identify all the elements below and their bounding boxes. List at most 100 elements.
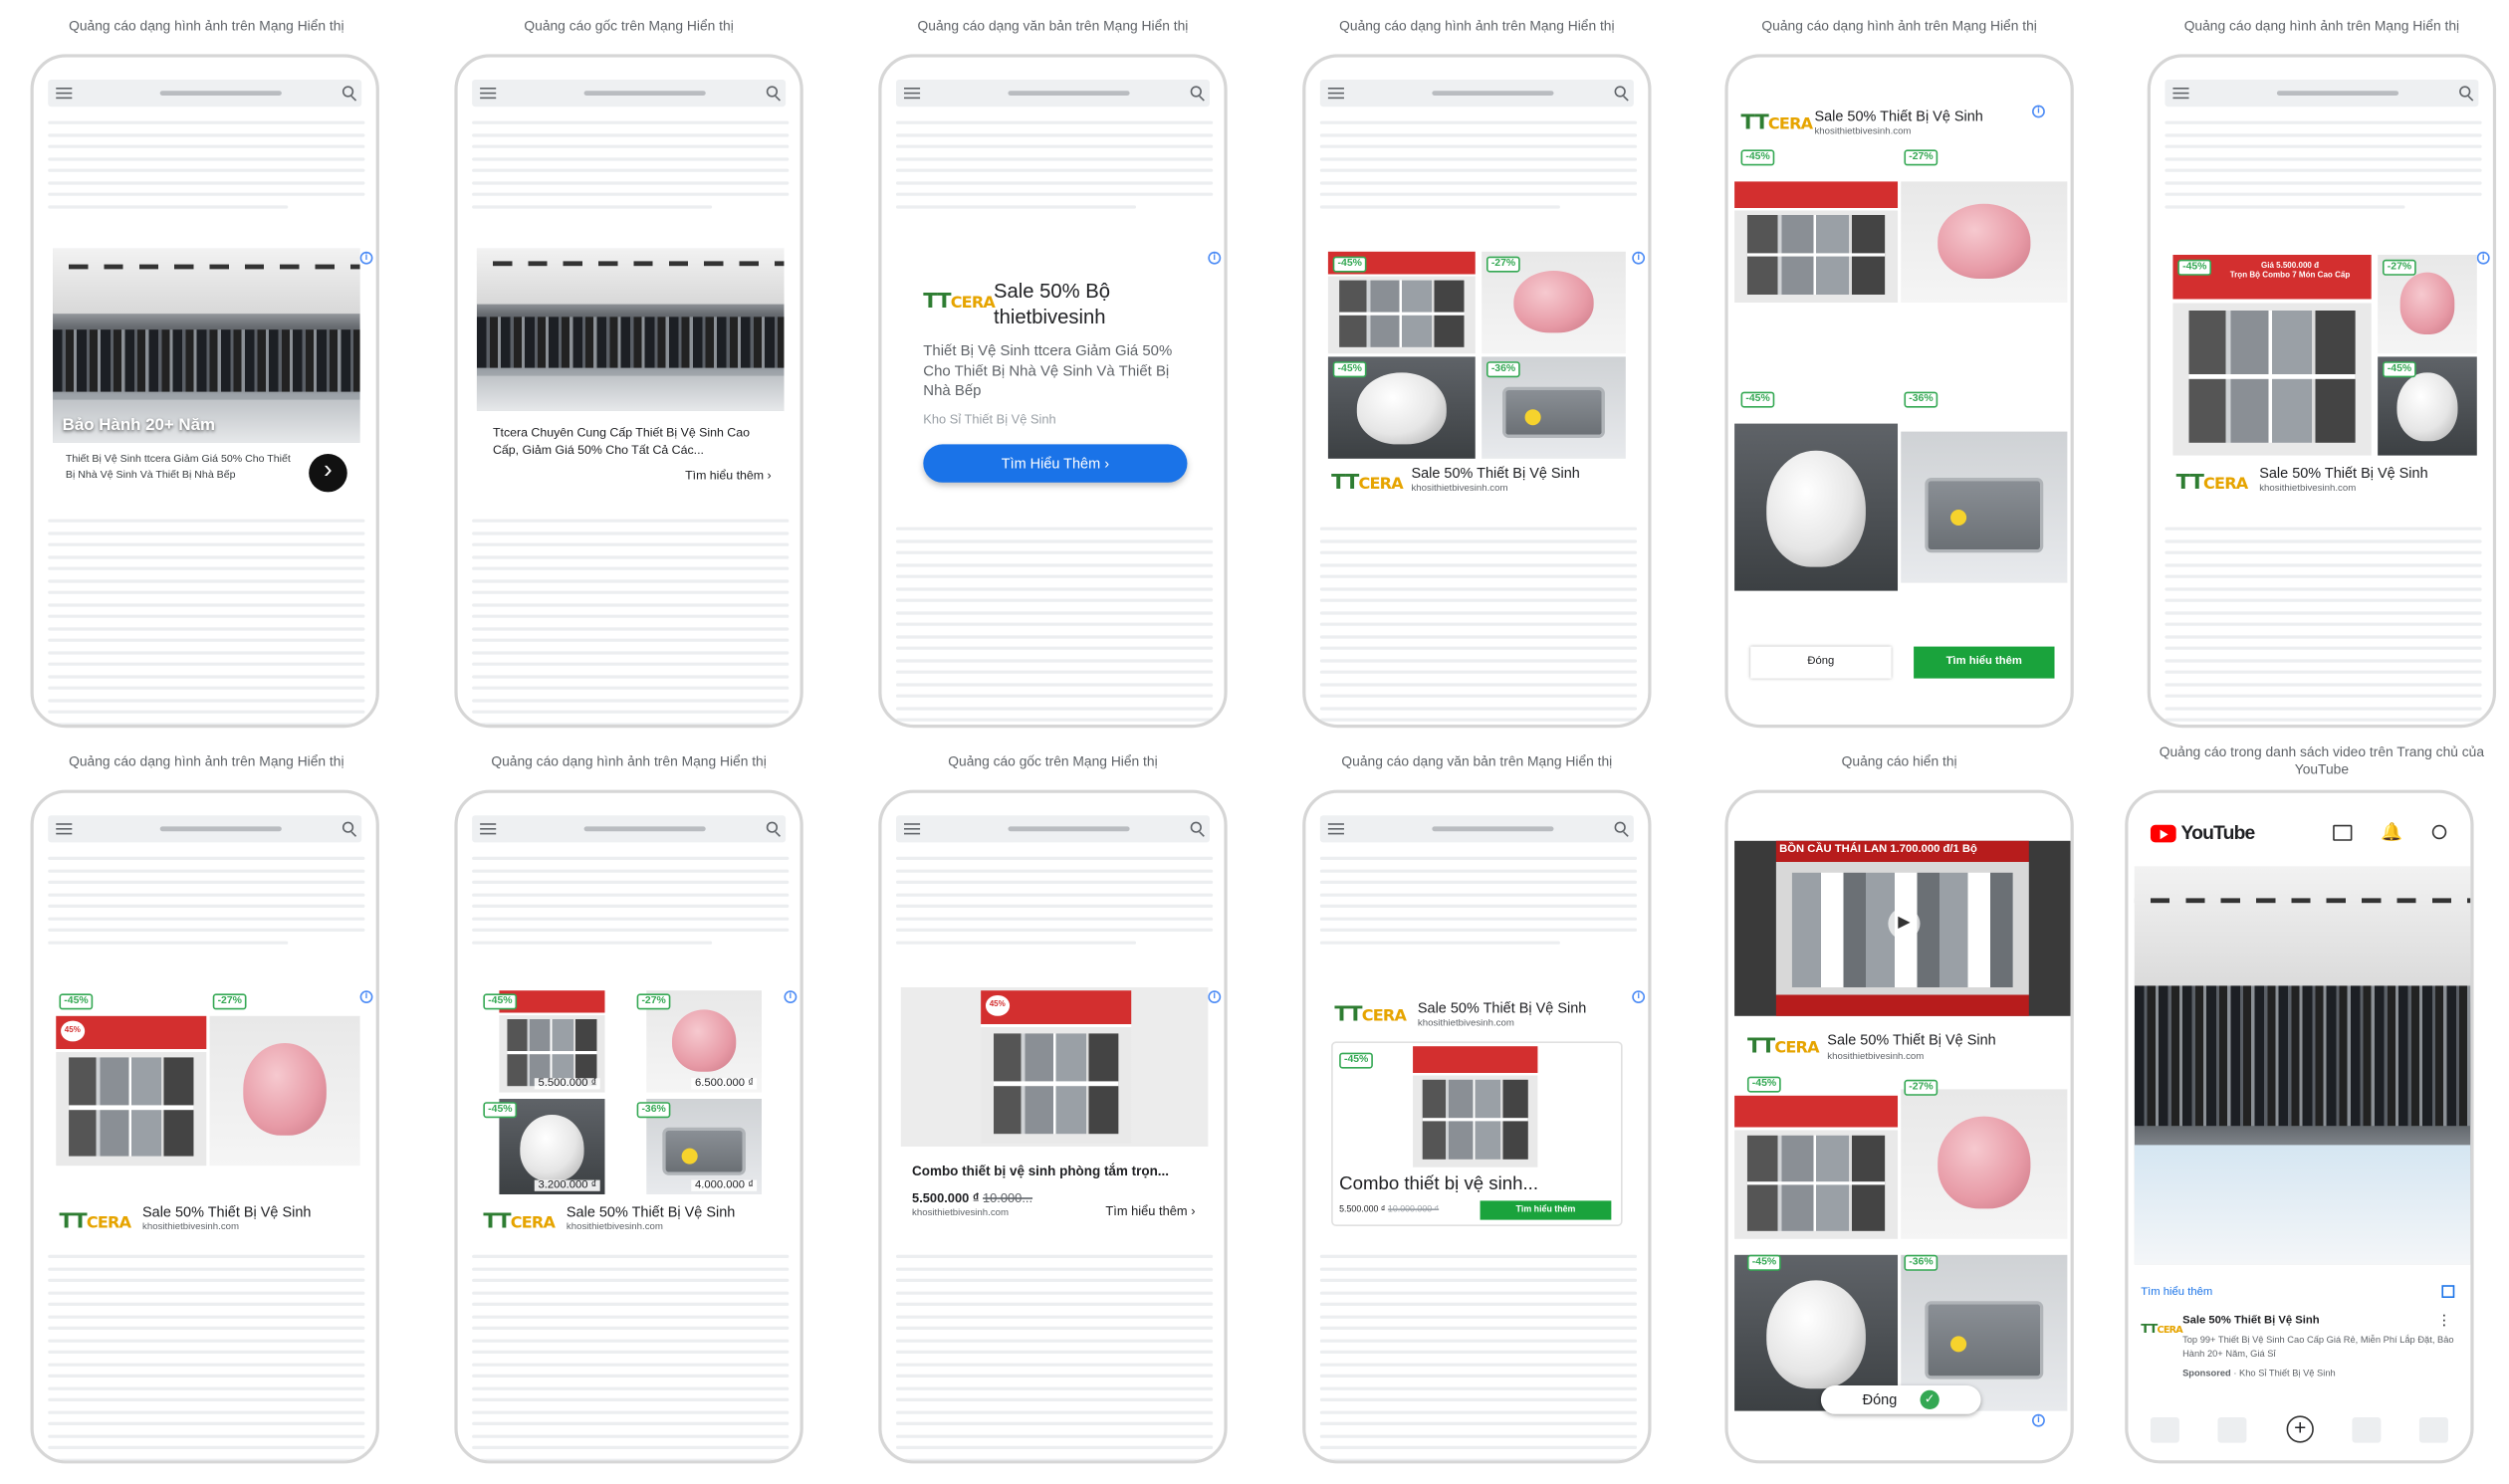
learn-more-button[interactable]: Tìm hiểu thêm (1914, 646, 2055, 679)
image-ad[interactable]: i 45% -45% -27% TTCERA Sale 50% Thiết Bị… (53, 987, 373, 1242)
open-external-icon[interactable] (2441, 1285, 2455, 1298)
learn-more-link[interactable]: Tìm hiểu thêm (2141, 1287, 2212, 1298)
discount-badge: -45% (1740, 149, 1775, 166)
ad-info-icon[interactable]: i (1208, 251, 1222, 265)
product-combo-image: Giá 5.500.000 đ Trọn Bộ Combo 7 Món Cao C… (2172, 255, 2372, 456)
product-card[interactable]: -45% Combo thiết bị vệ sinh... 5.500.000… (1331, 1041, 1623, 1226)
percent-badge: 45% (60, 1020, 85, 1042)
search-icon[interactable] (1190, 821, 1202, 833)
search-icon[interactable] (766, 86, 779, 98)
youtube-wordmark: YouTube (2180, 821, 2255, 844)
brand-name: Sale 50% Thiết Bị Vệ Sinh (1814, 107, 1983, 124)
ad-info-icon[interactable]: i (2476, 251, 2490, 265)
phone-11: BỒN CẦU THÁI LAN 1.700.000 đ/1 Bộ ▶ TTCE… (1724, 789, 2074, 1464)
nav-shorts-icon[interactable] (2217, 1417, 2247, 1443)
ad-info-icon[interactable]: i (2032, 105, 2045, 118)
learn-more-button[interactable]: Tìm Hiểu Thêm › (923, 444, 1188, 483)
menu-icon[interactable] (56, 823, 73, 835)
caption-3: Quảng cáo dạng văn bản trên Mạng Hiển th… (917, 17, 1189, 34)
ad-info-icon[interactable]: i (359, 251, 373, 265)
image-ad[interactable]: i Bảo Hành 20+ Năm Thiết Bị Vệ Sinh ttce… (53, 248, 373, 504)
menu-icon[interactable] (56, 88, 73, 100)
product-title: Combo thiết bị vệ sinh... (1339, 1173, 1539, 1194)
image-ad[interactable]: i Giá 5.500.000 đ Trọn Bộ Combo 7 Món Cao… (2169, 248, 2490, 512)
browser-bar (48, 815, 362, 843)
menu-icon[interactable] (1327, 88, 1344, 100)
caption-6: Quảng cáo dạng hình ảnh trên Mạng Hiển t… (2183, 17, 2460, 34)
browser-bar (1319, 80, 1634, 107)
ad-info-icon[interactable]: i (1632, 990, 1646, 1003)
ad-info-icon[interactable]: i (359, 990, 373, 1003)
product-combo-image: 45% (981, 990, 1132, 1144)
discount-badge: -36% (1485, 361, 1521, 378)
product-pink-toilet-image (1901, 181, 2068, 303)
phone-12: YouTube 🔔 i Tìm hiểu thêm TTCERA Sale 50… (2125, 789, 2474, 1464)
search-icon[interactable] (1614, 821, 1626, 833)
search-icon[interactable] (1614, 86, 1626, 98)
product-ad[interactable]: i TTCERA Sale 50% Thiết Bị Vệ Sinh khosi… (1324, 987, 1646, 1242)
more-options-icon[interactable]: ⋮ (2437, 1312, 2451, 1330)
ad-source: Kho Sỉ Thiết Bị Vệ Sinh (923, 412, 1056, 427)
ad-info-icon[interactable]: i (784, 990, 798, 1003)
phone-4: i -45% -27% -45% -36% TTCERA Sale 50% Th… (1302, 54, 1652, 729)
discount-badge: -36% (1904, 1254, 1939, 1271)
nav-subscriptions-icon[interactable] (2352, 1417, 2382, 1443)
menu-icon[interactable] (480, 88, 497, 100)
close-button[interactable]: Đóng ✓ (1820, 1385, 1981, 1414)
search-icon[interactable] (2431, 824, 2447, 840)
learn-more-link[interactable]: Tìm hiểu thêm › (1105, 1204, 1195, 1218)
ad-info-icon[interactable]: i (1208, 990, 1222, 1003)
menu-icon[interactable] (1327, 823, 1344, 835)
chevron-right-icon: › (1104, 455, 1110, 472)
discount-badge: -27% (1485, 256, 1521, 273)
discount-badge: -45% (1332, 256, 1367, 273)
image-grid-ad[interactable]: i 5.500.000 ₫ -45% 6.500.000 ₫ -27% 3.20… (476, 987, 798, 1242)
showroom-video-thumbnail[interactable] (2134, 866, 2471, 1265)
learn-more-button[interactable]: Tìm hiểu thêm (1480, 1200, 1612, 1220)
ttcera-logo: TTCERA (2175, 471, 2249, 496)
image-grid-ad[interactable]: i -45% -27% -45% -36% TTCERA Sale 50% Th… (1324, 248, 1646, 512)
search-icon[interactable] (342, 86, 354, 98)
menu-icon[interactable] (480, 823, 497, 835)
search-icon[interactable] (1190, 86, 1202, 98)
ad-info-icon[interactable]: i (1632, 251, 1646, 265)
play-icon[interactable]: ▶ (1888, 908, 1921, 940)
product-white-toilet-image: -45% (1327, 356, 1476, 459)
nav-home-icon[interactable] (2150, 1417, 2179, 1443)
cast-icon[interactable] (2333, 824, 2353, 841)
ad-headline: Sale 50% Bộ thietbivesinh (994, 280, 1111, 328)
text-ad[interactable]: i TTCERA Sale 50% Bộ thietbivesinh Thiết… (900, 248, 1222, 512)
discount-badge: -45% (483, 1102, 518, 1119)
nav-library-icon[interactable] (2418, 1417, 2448, 1443)
menu-icon[interactable] (904, 823, 921, 835)
create-plus-icon[interactable]: + (2286, 1415, 2314, 1443)
chevron-right-icon[interactable]: › (309, 454, 347, 493)
ttcera-logo: TTCERA (1746, 1035, 1820, 1059)
product-combo-image: 45% (56, 1015, 207, 1166)
video-player[interactable]: BỒN CẦU THÁI LAN 1.700.000 đ/1 Bộ ▶ (1734, 840, 2071, 1016)
discount-badge: -27% (212, 993, 247, 1010)
native-ad[interactable]: i 45% Combo thiết bị vệ sinh phòng tắm t… (900, 987, 1222, 1242)
native-ad[interactable]: Ttcera Chuyên Cung Cấp Thiết Bị Vệ Sinh … (476, 248, 788, 504)
brand-name: Sale 50% Thiết Bị Vệ Sinh (1417, 999, 1587, 1016)
phone-8: i 5.500.000 ₫ -45% 6.500.000 ₫ -27% 3.20… (454, 789, 803, 1464)
discount-badge: -36% (1904, 391, 1939, 408)
ad-source: Kho Sỉ Thiết Bị Vệ Sinh (2239, 1370, 2336, 1379)
brand-name: Sale 50% Thiết Bị Vệ Sinh (142, 1203, 312, 1220)
search-icon[interactable] (2459, 86, 2471, 98)
product-pink-toilet-image: -27% (2378, 255, 2477, 354)
youtube-logo-icon (2150, 824, 2176, 843)
close-button[interactable]: Đóng (1750, 646, 1892, 679)
ad-info-icon[interactable]: i (2032, 1413, 2045, 1427)
menu-icon[interactable] (904, 88, 921, 100)
caption-11: Quảng cáo hiển thị (1841, 752, 1957, 769)
search-icon[interactable] (342, 821, 354, 833)
product-pink-toilet-image (209, 1015, 360, 1166)
menu-icon[interactable] (2172, 88, 2189, 100)
search-icon[interactable] (766, 821, 779, 833)
phone-2: Ttcera Chuyên Cung Cấp Thiết Bị Vệ Sinh … (454, 54, 803, 729)
learn-more-link[interactable]: Tìm hiểu thêm › (685, 468, 772, 482)
product-price: 5.500.000 ₫ (535, 1078, 600, 1090)
product-sink-image: -36% (1482, 356, 1626, 459)
bell-icon[interactable]: 🔔 (2381, 822, 2402, 842)
